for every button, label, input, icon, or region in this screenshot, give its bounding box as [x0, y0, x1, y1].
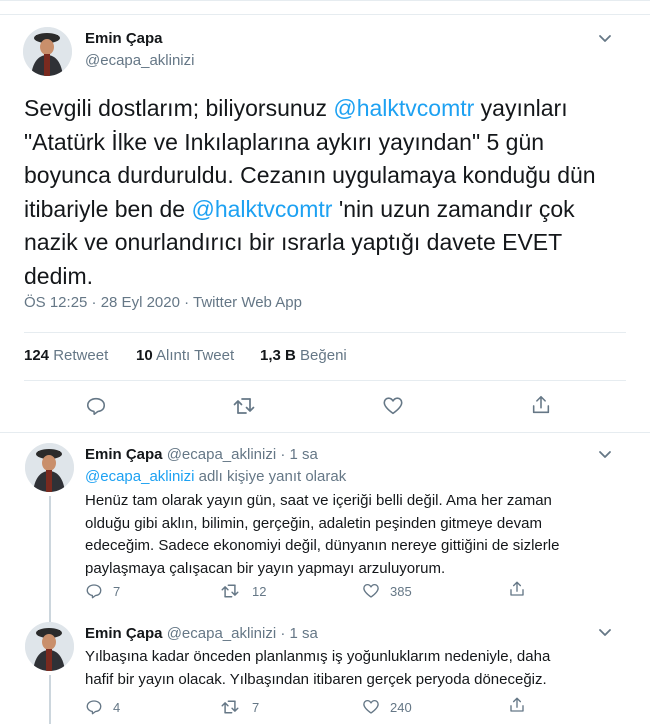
quotes-label: Alıntı Tweet — [156, 347, 235, 364]
mention-link[interactable]: @halktvcomtr — [192, 196, 333, 222]
top-divider-2 — [0, 14, 650, 15]
tweet-meta[interactable]: ÖS 12:25 · 28 Eyl 2020 · Twitter Web App — [24, 294, 302, 311]
reply-to-line: @ecapa_aklinizi adlı kişiye yanıt olarak — [85, 468, 346, 485]
retweet-count: 12 — [252, 584, 267, 599]
likes-count: 1,3 B — [260, 347, 296, 364]
tweet-divider — [0, 432, 650, 433]
reply-count: 4 — [113, 700, 121, 715]
share-icon[interactable] — [530, 394, 552, 416]
stats-divider-bottom — [24, 380, 626, 381]
like-count: 385 — [390, 584, 412, 599]
author-name[interactable]: Emin Çapa — [85, 446, 163, 463]
author-name[interactable]: Emin Çapa — [85, 30, 163, 47]
reply-icon[interactable] — [85, 582, 103, 600]
thread-line — [49, 675, 51, 724]
reply-icon[interactable] — [85, 698, 103, 716]
avatar[interactable] — [25, 443, 74, 492]
share-icon[interactable] — [508, 580, 526, 598]
chevron-down-icon[interactable] — [597, 446, 613, 462]
like-count: 240 — [390, 700, 412, 715]
thread-line — [49, 612, 51, 622]
mention-link[interactable]: @halktvcomtr — [333, 95, 474, 121]
tweet-time[interactable]: · 1 sa — [280, 446, 318, 463]
top-divider — [0, 0, 650, 1]
reply-text: Henüz tam olarak yayın gün, saat ve içer… — [85, 492, 560, 577]
likes-stat[interactable]: 1,3 B Beğeni — [260, 347, 347, 364]
tweet-text-part: Sevgili dostlarım; biliyorsunuz — [24, 95, 334, 121]
stats-divider-top — [24, 332, 626, 333]
heart-icon[interactable] — [382, 395, 404, 417]
retweets-count: 124 — [24, 347, 50, 364]
author-handle[interactable]: @ecapa_aklinizi — [167, 625, 276, 642]
retweets-label: Retweet — [53, 347, 109, 364]
author-name[interactable]: Emin Çapa — [85, 625, 163, 642]
likes-label: Beğeni — [300, 347, 347, 364]
heart-icon[interactable] — [362, 582, 380, 600]
retweet-icon[interactable] — [232, 395, 256, 417]
quotes-stat[interactable]: 10 Alıntı Tweet — [136, 347, 234, 364]
retweet-icon[interactable] — [220, 698, 240, 716]
share-icon[interactable] — [508, 696, 526, 714]
quotes-count: 10 — [136, 347, 153, 364]
retweet-count: 7 — [252, 700, 260, 715]
retweet-icon[interactable] — [220, 582, 240, 600]
reply-header: Emin Çapa @ecapa_aklinizi · 1 sa — [85, 625, 318, 642]
reply-count: 7 — [113, 584, 121, 599]
heart-icon[interactable] — [362, 698, 380, 716]
retweets-stat[interactable]: 124 Retweet — [24, 347, 108, 364]
reply-icon[interactable] — [85, 395, 107, 417]
author-handle[interactable]: @ecapa_aklinizi — [85, 52, 194, 69]
chevron-down-icon[interactable] — [597, 30, 613, 46]
reply-header: Emin Çapa @ecapa_aklinizi · 1 sa — [85, 446, 318, 463]
thread-line — [49, 496, 51, 612]
tweet-time[interactable]: · 1 sa — [280, 625, 318, 642]
avatar[interactable] — [25, 622, 74, 671]
avatar[interactable] — [23, 27, 72, 76]
reply-text: Yılbaşına kadar önceden planlanmış iş yo… — [85, 648, 551, 688]
chevron-down-icon[interactable] — [597, 624, 613, 640]
tweet-text: Sevgili dostlarım; biliyorsunuz @halktvc… — [24, 92, 624, 293]
reply-to-mention[interactable]: @ecapa_aklinizi — [85, 468, 194, 485]
author-handle[interactable]: @ecapa_aklinizi — [167, 446, 276, 463]
reply-to-suffix: adlı kişiye yanıt olarak — [194, 468, 347, 485]
